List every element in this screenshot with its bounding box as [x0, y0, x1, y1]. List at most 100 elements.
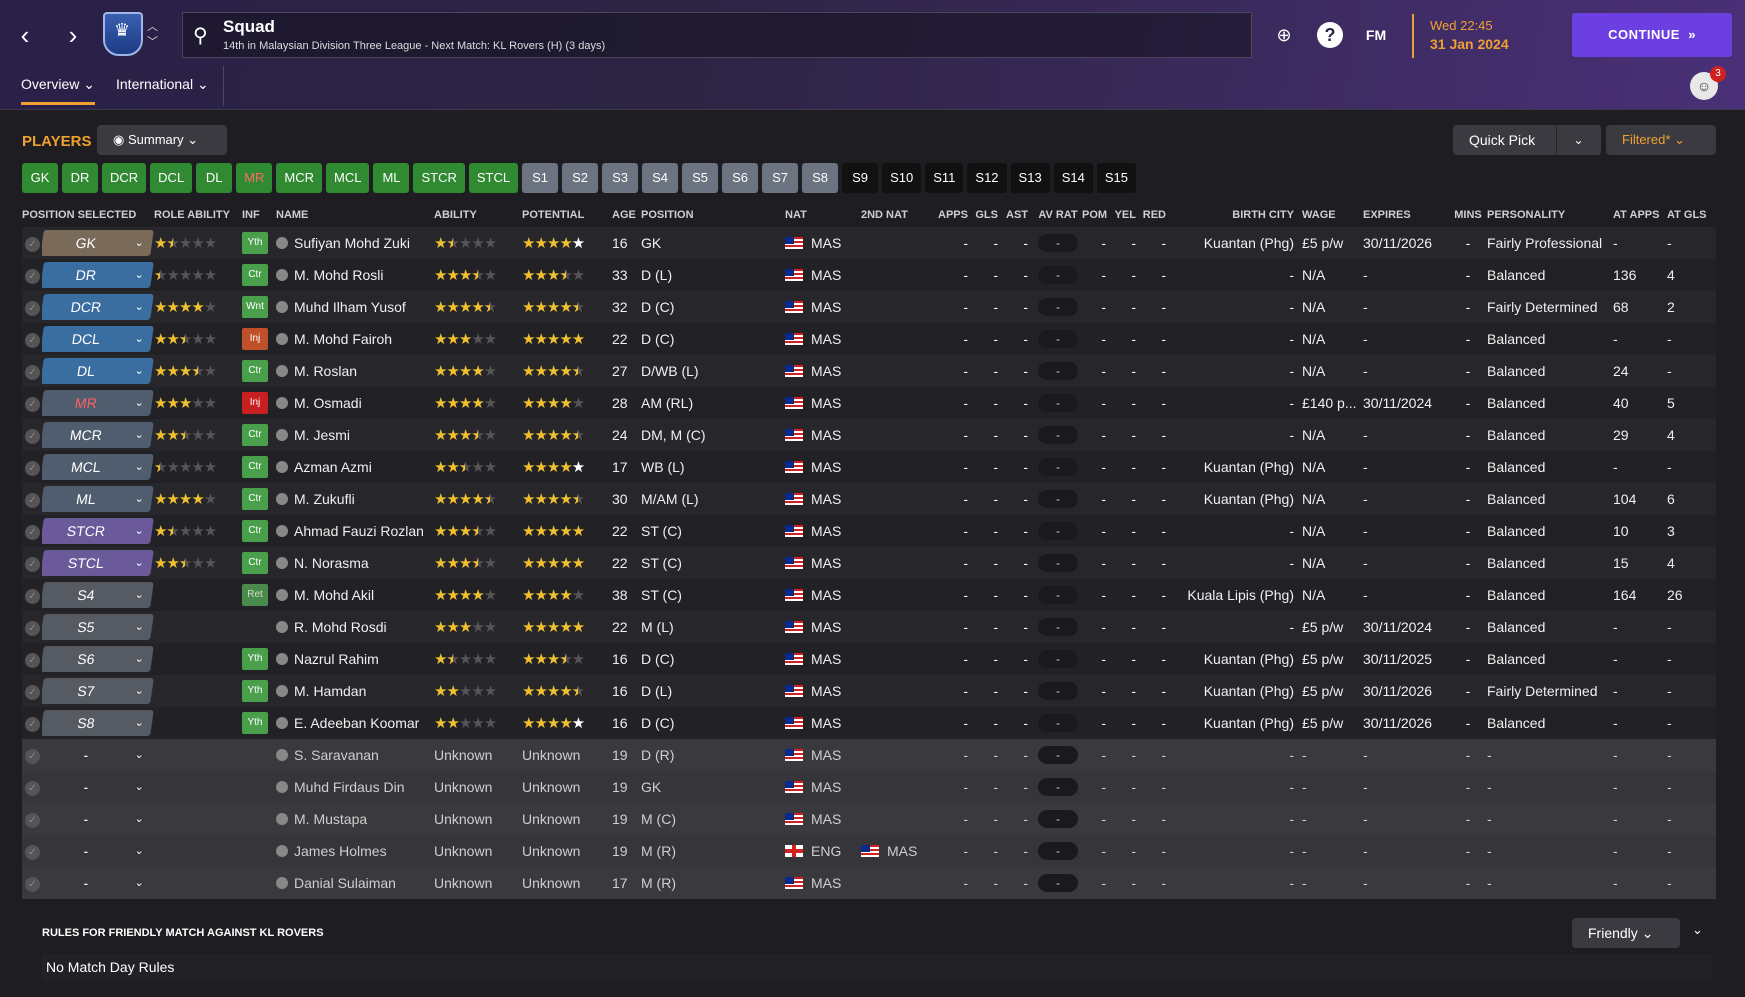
nationality[interactable]: MAS	[785, 363, 861, 379]
position-select[interactable]: DCR ⌄	[42, 294, 154, 320]
position-chip-mcr[interactable]: MCR	[276, 163, 323, 193]
inf-badge[interactable]: Yth	[242, 232, 268, 254]
select-checkbox[interactable]: ✓	[22, 586, 42, 604]
position-select[interactable]: GK ⌄	[42, 230, 154, 256]
nationality[interactable]: MAS	[785, 395, 861, 411]
table-row[interactable]: ✓ MR ⌄ ★★★★★ Inj M. Osmadi ★★★★★ ★★★★★ 28 AM (RL)…	[22, 387, 1716, 419]
table-row[interactable]: ✓GK⌄★★★★★★YthSufiyan Mohd Zuki★★★★★★★★★★…	[22, 227, 1716, 259]
table-row[interactable]: ✓MCL⌄★★★★★★CtrAzman Azmi★★★★★★★★★★★17WB …	[22, 451, 1716, 483]
position-select[interactable]: STCR ⌄	[42, 518, 154, 544]
select-checkbox[interactable]: ✓	[22, 874, 42, 892]
inf-badge[interactable]: Ctr	[242, 520, 268, 542]
position-chip-s14[interactable]: S14	[1053, 163, 1093, 193]
table-row[interactable]: ✓ MCR ⌄ ★★★★★★ Ctr M. Jesmi ★★★★★★ ★★★★★★ 24 DM, …	[22, 419, 1716, 451]
position-pill[interactable]: - ⌄	[42, 838, 154, 864]
position-pill[interactable]: S8 ⌄	[42, 710, 154, 736]
col-gls[interactable]: GLS	[974, 209, 1004, 221]
position-chip-mcl[interactable]: MCL	[326, 163, 370, 193]
position-select[interactable]: DL ⌄	[42, 358, 154, 384]
col-expires[interactable]: EXPIRES	[1363, 209, 1449, 221]
select-checkbox[interactable]: ✓	[22, 426, 42, 444]
select-checkbox[interactable]: ✓	[22, 810, 42, 828]
position-pill[interactable]: - ⌄	[42, 774, 154, 800]
position-select[interactable]: S8 ⌄	[42, 710, 154, 736]
col-name[interactable]: NAME	[276, 209, 434, 221]
select-checkbox[interactable]: ✓	[22, 554, 42, 572]
table-row[interactable]: ✓S7⌄YthM. Hamdan★★★★★★★★★★★16D (L)MAS---…	[22, 675, 1716, 707]
table-row[interactable]: ✓DL⌄★★★★★★CtrM. Roslan★★★★★★★★★★★27D/WB …	[22, 355, 1716, 387]
select-checkbox[interactable]: ✓	[22, 394, 42, 412]
position-chip-gk[interactable]: GK	[22, 163, 58, 193]
position-pill[interactable]: DL ⌄	[42, 358, 154, 384]
col-at-gls[interactable]: AT GLS	[1667, 209, 1707, 221]
inf-badge[interactable]: Ctr	[242, 360, 268, 382]
player-name[interactable]: S. Saravanan	[276, 747, 434, 763]
position-select[interactable]: S6 ⌄	[42, 646, 154, 672]
player-name[interactable]: James Holmes	[276, 843, 434, 859]
col-apps[interactable]: APPS	[929, 209, 974, 221]
col-nat[interactable]: NAT	[785, 209, 861, 221]
position-select[interactable]: MR ⌄	[42, 390, 154, 416]
col-position-selected[interactable]: POSITION SELECTED	[22, 209, 154, 221]
inf-badge[interactable]: Inj	[242, 328, 268, 350]
table-row[interactable]: ✓ - ⌄ Muhd Firdaus Din Unknown Unknown 19 GK MAS…	[22, 771, 1716, 803]
nationality[interactable]: MAS	[785, 875, 861, 891]
inf-badge[interactable]: Yth	[242, 712, 268, 734]
player-name[interactable]: Azman Azmi	[276, 459, 434, 475]
position-select[interactable]: - ⌄	[42, 774, 154, 800]
col-ast[interactable]: AST	[1004, 209, 1034, 221]
position-chip-ml[interactable]: ML	[373, 163, 410, 193]
select-checkbox[interactable]: ✓	[22, 778, 42, 796]
search-icon[interactable]: ⚲	[193, 23, 215, 47]
table-row[interactable]: ✓ ML ⌄ ★★★★★ Ctr M. Zukufli ★★★★★★ ★★★★★★ 30 M/AM…	[22, 483, 1716, 515]
position-select[interactable]: - ⌄	[42, 806, 154, 832]
inf-badge[interactable]: Ctr	[242, 552, 268, 574]
position-chip-mr[interactable]: MR	[236, 163, 273, 193]
col-nat2[interactable]: 2ND NAT	[861, 209, 929, 221]
position-chip-s1[interactable]: S1	[522, 163, 559, 193]
select-checkbox[interactable]: ✓	[22, 266, 42, 284]
nationality[interactable]: MAS	[785, 779, 861, 795]
inf-badge[interactable]: Ret	[242, 584, 268, 606]
nationality[interactable]: MAS	[785, 491, 861, 507]
inf-badge[interactable]: Ctr	[242, 264, 268, 286]
player-name[interactable]: M. Mohd Rosli	[276, 267, 434, 283]
select-checkbox[interactable]: ✓	[22, 746, 42, 764]
nationality[interactable]: MAS	[785, 555, 861, 571]
player-name[interactable]: E. Adeeban Koomar	[276, 715, 434, 731]
position-pill[interactable]: DCL ⌄	[42, 326, 154, 352]
position-pill[interactable]: STCR ⌄	[42, 518, 154, 544]
player-name[interactable]: Muhd Ilham Yusof	[276, 299, 434, 315]
col-role-ability[interactable]: ROLE ABILITY	[154, 209, 242, 221]
nationality[interactable]: MAS	[785, 651, 861, 667]
position-chip-stcl[interactable]: STCL	[468, 163, 519, 193]
player-name[interactable]: R. Mohd Rosdi	[276, 619, 434, 635]
player-name[interactable]: M. Mohd Akil	[276, 587, 434, 603]
filter-button[interactable]: Filtered* ⌄	[1606, 125, 1716, 155]
col-potential[interactable]: POTENTIAL	[522, 209, 612, 221]
select-checkbox[interactable]: ✓	[22, 842, 42, 860]
player-name[interactable]: M. Roslan	[276, 363, 434, 379]
position-chip-s7[interactable]: S7	[762, 163, 799, 193]
select-checkbox[interactable]: ✓	[22, 458, 42, 476]
nationality[interactable]: MAS	[785, 459, 861, 475]
inf-badge[interactable]: Wnt	[242, 296, 268, 318]
col-position[interactable]: POSITION	[641, 209, 785, 221]
table-row[interactable]: ✓ - ⌄ James Holmes Unknown Unknown 19 M (R) ENG M…	[22, 835, 1716, 867]
position-pill[interactable]: ML ⌄	[42, 486, 154, 512]
position-pill[interactable]: DCR ⌄	[42, 294, 154, 320]
col-wage[interactable]: WAGE	[1302, 209, 1363, 221]
nationality[interactable]: ENG	[785, 843, 861, 859]
col-age[interactable]: AGE	[612, 209, 641, 221]
position-select[interactable]: DR ⌄	[42, 262, 154, 288]
select-checkbox[interactable]: ✓	[22, 522, 42, 540]
forward-arrow-icon[interactable]: ›	[60, 20, 86, 50]
player-name[interactable]: M. Hamdan	[276, 683, 434, 699]
view-select[interactable]: ◉ Summary ⌄	[97, 125, 227, 155]
table-row[interactable]: ✓ - ⌄ M. Mustapa Unknown Unknown 19 M (C) MAS - - -…	[22, 803, 1716, 835]
position-pill[interactable]: - ⌄	[42, 742, 154, 768]
inf-badge[interactable]: Inj	[242, 392, 268, 414]
position-pill[interactable]: S5 ⌄	[42, 614, 154, 640]
continue-button[interactable]: CONTINUE »	[1572, 13, 1732, 57]
nationality[interactable]: MAS	[785, 683, 861, 699]
